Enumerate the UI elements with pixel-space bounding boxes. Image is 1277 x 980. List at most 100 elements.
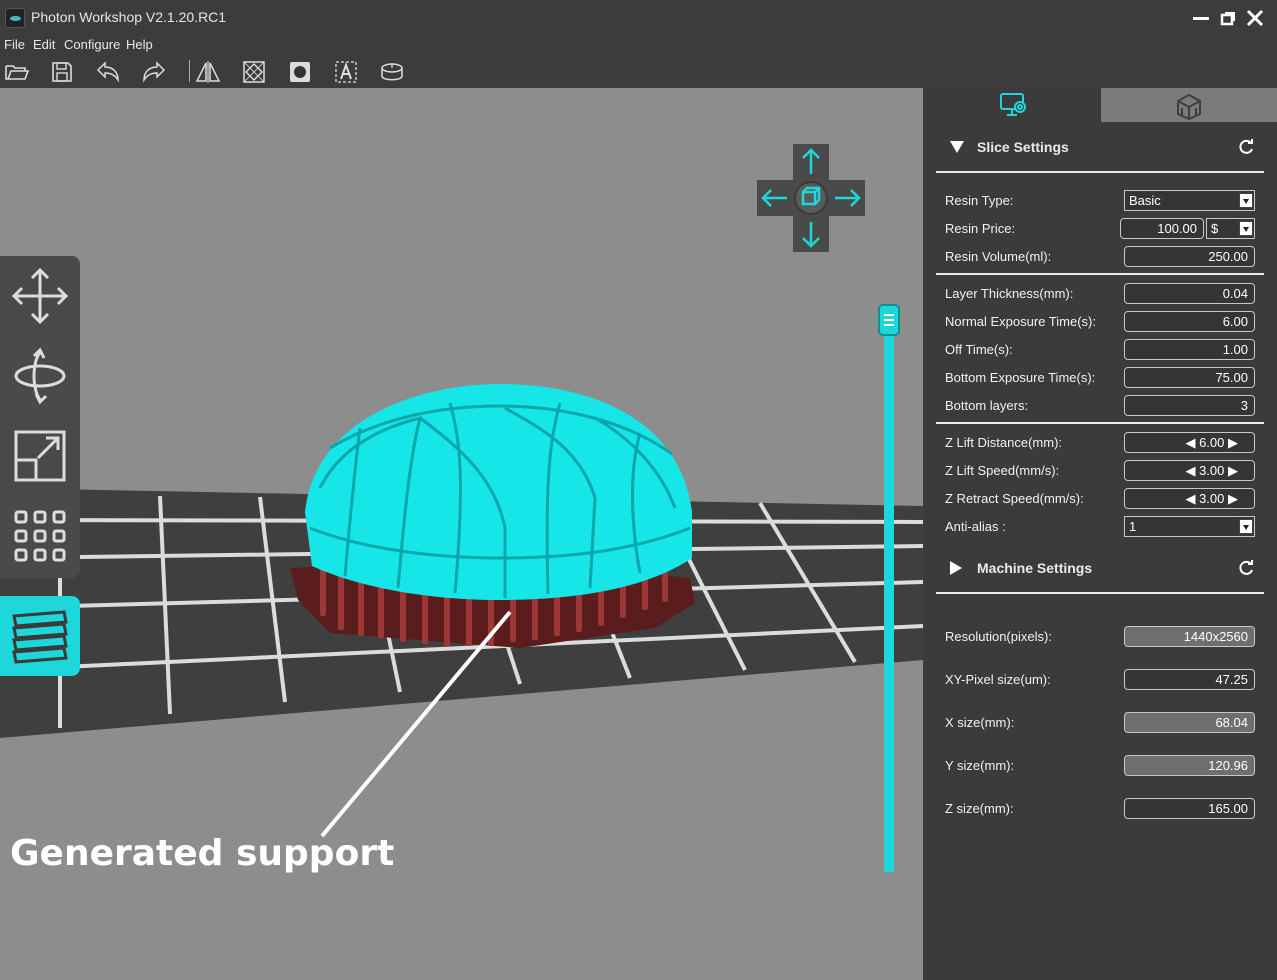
x-size-field: 68.04	[1124, 712, 1255, 733]
resin-volume-field[interactable]: 250.00	[1124, 246, 1255, 267]
redo-icon[interactable]	[140, 58, 168, 86]
menu-help[interactable]: Help	[126, 37, 153, 52]
normal-exposure-label: Normal Exposure Time(s):	[945, 314, 1096, 329]
3d-viewport[interactable]: Generated support	[0, 88, 923, 980]
resin-type-select[interactable]: Basic	[1124, 190, 1255, 211]
decrement-icon[interactable]: ◀	[1185, 491, 1195, 506]
off-time-label: Off Time(s):	[945, 342, 1013, 357]
layer-thickness-label: Layer Thickness(mm):	[945, 286, 1074, 301]
currency-value: $	[1211, 221, 1219, 236]
refresh-icon[interactable]	[1237, 559, 1255, 577]
z-retract-speed-spinner[interactable]: ◀ 3.00 ▶	[1124, 488, 1255, 509]
z-size-label: Z size(mm):	[945, 801, 1014, 816]
bottom-exposure-label: Bottom Exposure Time(s):	[945, 370, 1096, 385]
settings-panel: Slice Settings Resin Type: Basic Resin P…	[923, 88, 1277, 980]
machine-icon	[1177, 93, 1201, 120]
tab-slice-settings[interactable]	[923, 88, 1101, 122]
app-logo-icon	[5, 8, 25, 28]
chevron-down-icon	[1239, 519, 1253, 534]
off-time-field[interactable]: 1.00	[1124, 339, 1255, 360]
z-lift-distance-label: Z Lift Distance(mm):	[945, 435, 1063, 450]
text-icon[interactable]	[332, 58, 360, 86]
z-size-field[interactable]: 165.00	[1124, 798, 1255, 819]
resin-price-label: Resin Price:	[945, 221, 1016, 236]
toolbar-separator	[189, 60, 190, 82]
z-retract-speed-label: Z Retract Speed(mm/s):	[945, 491, 1084, 506]
menu-edit[interactable]: Edit	[33, 37, 55, 52]
monitor-gear-icon	[1000, 93, 1026, 116]
divider	[936, 273, 1264, 275]
divider	[936, 592, 1264, 594]
increment-icon[interactable]: ▶	[1228, 435, 1238, 450]
undo-icon[interactable]	[94, 58, 122, 86]
layer-thickness-field[interactable]: 0.04	[1124, 283, 1255, 304]
z-lift-speed-value: 3.00	[1199, 463, 1225, 478]
anti-alias-label: Anti-alias :	[945, 519, 1006, 534]
rotate-icon[interactable]	[8, 344, 72, 408]
minimize-icon[interactable]	[1189, 6, 1213, 30]
slice-icon[interactable]	[378, 58, 406, 86]
refresh-icon[interactable]	[1237, 138, 1255, 156]
z-lift-distance-value: 6.00	[1199, 435, 1225, 450]
chevron-down-icon	[1239, 221, 1253, 236]
z-lift-speed-spinner[interactable]: ◀ 3.00 ▶	[1124, 460, 1255, 481]
xy-pixel-field[interactable]: 47.25	[1124, 669, 1255, 690]
anti-alias-select[interactable]: 1	[1124, 516, 1255, 537]
resolution-field: 1440x2560	[1124, 626, 1255, 647]
punch-hole-icon[interactable]	[286, 58, 314, 86]
z-retract-speed-value: 3.00	[1199, 491, 1225, 506]
resin-price-field[interactable]: 100.00	[1120, 218, 1204, 239]
open-icon[interactable]	[3, 58, 31, 86]
left-tool-palette	[0, 256, 80, 578]
toolbar	[0, 55, 1277, 88]
scale-icon[interactable]	[8, 424, 72, 488]
chevron-down-icon	[1239, 193, 1253, 208]
expand-icon	[950, 561, 962, 575]
layer-slider-handle[interactable]	[878, 304, 900, 336]
machine-settings-header[interactable]: Machine Settings	[936, 554, 1266, 584]
close-icon[interactable]	[1243, 6, 1267, 30]
view-navigation-widget[interactable]	[757, 144, 865, 252]
z-lift-speed-label: Z Lift Speed(mm/s):	[945, 463, 1060, 478]
resin-type-label: Resin Type:	[945, 193, 1014, 208]
menu-file[interactable]: File	[4, 37, 25, 52]
menu-configure[interactable]: Configure	[64, 37, 120, 52]
title-bar: Photon Workshop V2.1.20.RC1	[0, 0, 1277, 36]
y-size-field: 120.96	[1124, 755, 1255, 776]
resolution-label: Resolution(pixels):	[945, 629, 1052, 644]
anti-alias-value: 1	[1129, 519, 1137, 534]
mirror-icon[interactable]	[194, 58, 222, 86]
increment-icon[interactable]: ▶	[1228, 463, 1238, 478]
window-title: Photon Workshop V2.1.20.RC1	[31, 9, 227, 25]
normal-exposure-field[interactable]: 6.00	[1124, 311, 1255, 332]
x-size-label: X size(mm):	[945, 715, 1015, 730]
slice-settings-header[interactable]: Slice Settings	[936, 133, 1266, 163]
hollow-icon[interactable]	[240, 58, 268, 86]
slice-settings-title: Slice Settings	[977, 139, 1069, 155]
bottom-layers-field[interactable]: 3	[1124, 395, 1255, 416]
decrement-icon[interactable]: ◀	[1185, 463, 1195, 478]
annotation-label: Generated support	[10, 833, 395, 874]
layer-slider-track[interactable]	[884, 334, 894, 872]
resin-volume-label: Resin Volume(ml):	[945, 249, 1052, 264]
decrement-icon[interactable]: ◀	[1185, 435, 1195, 450]
y-size-label: Y size(mm):	[945, 758, 1015, 773]
menu-bar: File Edit Configure Help	[0, 36, 1277, 55]
collapse-icon	[950, 141, 964, 153]
divider	[936, 422, 1264, 424]
restore-icon[interactable]	[1216, 6, 1240, 30]
increment-icon[interactable]: ▶	[1228, 491, 1238, 506]
bottom-exposure-field[interactable]: 75.00	[1124, 367, 1255, 388]
currency-select[interactable]: $	[1206, 218, 1255, 239]
machine-settings-title: Machine Settings	[977, 560, 1093, 576]
bottom-layers-label: Bottom layers:	[945, 398, 1029, 413]
z-lift-distance-spinner[interactable]: ◀ 6.00 ▶	[1124, 432, 1255, 453]
resin-type-value: Basic	[1129, 193, 1161, 208]
tab-machine[interactable]	[1101, 88, 1277, 122]
xy-pixel-label: XY-Pixel size(um):	[945, 672, 1051, 687]
divider	[936, 171, 1264, 173]
arrange-icon[interactable]	[8, 504, 72, 568]
layers-icon[interactable]	[0, 596, 80, 676]
move-icon[interactable]	[8, 264, 72, 328]
save-icon[interactable]	[48, 58, 76, 86]
